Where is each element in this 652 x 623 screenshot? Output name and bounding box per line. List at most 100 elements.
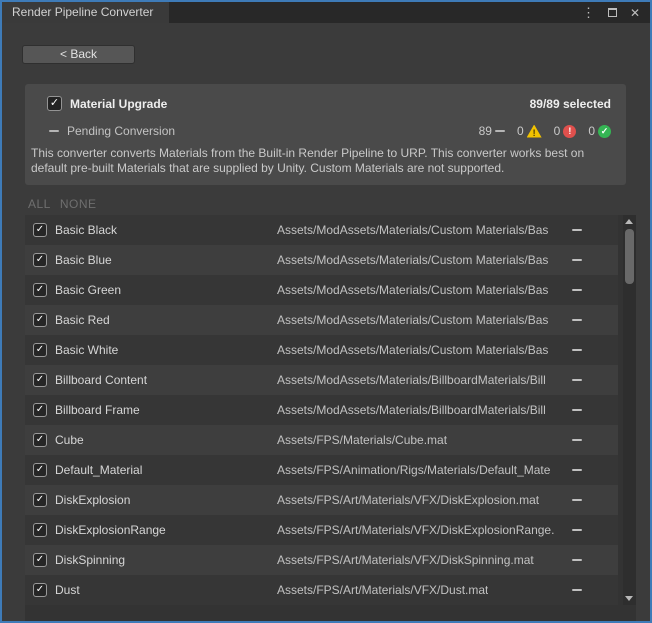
material-row[interactable]: ✓ Basic Green Assets/ModAssets/Materials…: [25, 275, 618, 305]
material-label: Basic Blue: [55, 253, 112, 267]
converter-description: This converter converts Materials from t…: [31, 146, 612, 176]
material-checkbox[interactable]: ✓: [33, 583, 47, 597]
tab-render-pipeline-converter[interactable]: Render Pipeline Converter: [2, 2, 169, 23]
material-status-minus-icon: [572, 409, 582, 411]
error-icon: !: [563, 125, 576, 138]
material-row[interactable]: ✓ Cube Assets/FPS/Materials/Cube.mat: [25, 425, 618, 455]
material-path: Assets/ModAssets/Materials/Custom Materi…: [277, 253, 548, 267]
material-checkbox[interactable]: ✓: [33, 223, 47, 237]
converter-header-panel: ✓ Material Upgrade 89/89 selected Pendin…: [25, 84, 626, 185]
material-status-minus-icon: [572, 589, 582, 591]
material-label: Cube: [55, 433, 84, 447]
material-checkbox[interactable]: ✓: [33, 553, 47, 567]
converter-checkbox[interactable]: ✓: [47, 96, 62, 111]
material-label: Basic Green: [55, 283, 121, 297]
material-checkbox[interactable]: ✓: [33, 433, 47, 447]
material-row[interactable]: ✓ Basic Red Assets/ModAssets/Materials/C…: [25, 305, 618, 335]
material-path: Assets/FPS/Animation/Rigs/Materials/Defa…: [277, 463, 550, 477]
maximize-icon[interactable]: [608, 8, 617, 17]
material-path: Assets/FPS/Art/Materials/VFX/DiskSpinnin…: [277, 553, 534, 567]
material-status-minus-icon: [572, 469, 582, 471]
material-row[interactable]: ✓ Basic Blue Assets/ModAssets/Materials/…: [25, 245, 618, 275]
material-label: Billboard Frame: [55, 403, 140, 417]
material-path: Assets/FPS/Art/Materials/VFX/DiskExplosi…: [277, 523, 554, 537]
material-checkbox[interactable]: ✓: [33, 403, 47, 417]
success-icon: ✓: [598, 125, 611, 138]
material-path: Assets/ModAssets/Materials/Custom Materi…: [277, 343, 548, 357]
material-label: Basic White: [55, 343, 118, 357]
select-none-link[interactable]: NONE: [60, 197, 97, 211]
material-status-minus-icon: [572, 319, 582, 321]
material-row[interactable]: ✓ DiskExplosion Assets/FPS/Art/Materials…: [25, 485, 618, 515]
material-checkbox[interactable]: ✓: [33, 283, 47, 297]
material-row[interactable]: ✓ Billboard Frame Assets/ModAssets/Mater…: [25, 395, 618, 425]
material-status-minus-icon: [572, 229, 582, 231]
material-status-minus-icon: [572, 349, 582, 351]
material-path: Assets/ModAssets/Materials/Custom Materi…: [277, 283, 548, 297]
status-counts: 89 0 0 ! 0 ✓: [471, 124, 611, 138]
select-all-link[interactable]: ALL: [28, 197, 51, 211]
titlebar: Render Pipeline Converter ⋮ ✕: [2, 2, 650, 23]
material-label: Basic Black: [55, 223, 117, 237]
material-status-minus-icon: [572, 379, 582, 381]
material-label: Basic Red: [55, 313, 110, 327]
material-row[interactable]: ✓ Basic Black Assets/ModAssets/Materials…: [25, 215, 618, 245]
pending-conversion-label: Pending Conversion: [67, 124, 175, 138]
back-button[interactable]: < Back: [22, 45, 135, 64]
pending-count: 89: [479, 124, 492, 138]
close-icon[interactable]: ✕: [630, 7, 640, 19]
material-checkbox[interactable]: ✓: [33, 313, 47, 327]
selected-count: 89/89 selected: [530, 97, 611, 111]
render-pipeline-converter-window: Render Pipeline Converter ⋮ ✕ < Back ✓ M…: [0, 0, 652, 623]
success-count-group: 0 ✓: [588, 124, 611, 138]
material-status-minus-icon: [572, 499, 582, 501]
window-content: < Back ✓ Material Upgrade 89/89 selected…: [2, 23, 650, 621]
material-path: Assets/ModAssets/Materials/Custom Materi…: [277, 313, 548, 327]
material-label: Default_Material: [55, 463, 142, 477]
pending-minus-icon: [495, 130, 505, 132]
material-status-minus-icon: [572, 289, 582, 291]
material-status-minus-icon: [572, 559, 582, 561]
material-row[interactable]: ✓ DiskSpinning Assets/FPS/Art/Materials/…: [25, 545, 618, 575]
material-path: Assets/FPS/Art/Materials/VFX/Dust.mat: [277, 583, 488, 597]
selection-links: ALL NONE: [28, 197, 97, 211]
material-path: Assets/ModAssets/Materials/BillboardMate…: [277, 373, 546, 387]
material-path: Assets/ModAssets/Materials/Custom Materi…: [277, 223, 548, 237]
scroll-down-icon[interactable]: [625, 596, 633, 601]
material-checkbox[interactable]: ✓: [33, 463, 47, 477]
warning-count: 0: [517, 124, 524, 138]
materials-list-region: ✓ Basic Black Assets/ModAssets/Materials…: [25, 215, 636, 621]
warning-count-group: 0: [517, 124, 542, 138]
material-status-minus-icon: [572, 529, 582, 531]
pending-count-group: 89: [479, 124, 505, 138]
material-path: Assets/ModAssets/Materials/BillboardMate…: [277, 403, 546, 417]
material-status-minus-icon: [572, 439, 582, 441]
material-row[interactable]: ✓ Basic White Assets/ModAssets/Materials…: [25, 335, 618, 365]
material-checkbox[interactable]: ✓: [33, 373, 47, 387]
material-row[interactable]: ✓ Default_Material Assets/FPS/Animation/…: [25, 455, 618, 485]
minus-icon: [49, 130, 59, 132]
scroll-up-icon[interactable]: [625, 219, 633, 224]
material-checkbox[interactable]: ✓: [33, 343, 47, 357]
material-status-minus-icon: [572, 259, 582, 261]
success-count: 0: [588, 124, 595, 138]
material-label: Billboard Content: [55, 373, 147, 387]
scrollbar[interactable]: [623, 215, 636, 605]
materials-list: ✓ Basic Black Assets/ModAssets/Materials…: [25, 215, 618, 605]
material-path: Assets/FPS/Art/Materials/VFX/DiskExplosi…: [277, 493, 539, 507]
material-checkbox[interactable]: ✓: [33, 253, 47, 267]
material-row[interactable]: ✓ Dust Assets/FPS/Art/Materials/VFX/Dust…: [25, 575, 618, 605]
material-label: DiskSpinning: [55, 553, 125, 567]
kebab-menu-icon[interactable]: ⋮: [582, 6, 595, 19]
pending-conversion-row: Pending Conversion 89 0 0 !: [49, 124, 611, 138]
material-row[interactable]: ✓ Billboard Content Assets/ModAssets/Mat…: [25, 365, 618, 395]
window-controls: ⋮ ✕: [582, 2, 650, 23]
material-row[interactable]: ✓ DiskExplosionRange Assets/FPS/Art/Mate…: [25, 515, 618, 545]
material-checkbox[interactable]: ✓: [33, 523, 47, 537]
material-label: DiskExplosion: [55, 493, 130, 507]
material-checkbox[interactable]: ✓: [33, 493, 47, 507]
converter-title: Material Upgrade: [70, 97, 167, 111]
scrollbar-thumb[interactable]: [625, 229, 634, 284]
error-count-group: 0 !: [554, 124, 577, 138]
material-path: Assets/FPS/Materials/Cube.mat: [277, 433, 447, 447]
